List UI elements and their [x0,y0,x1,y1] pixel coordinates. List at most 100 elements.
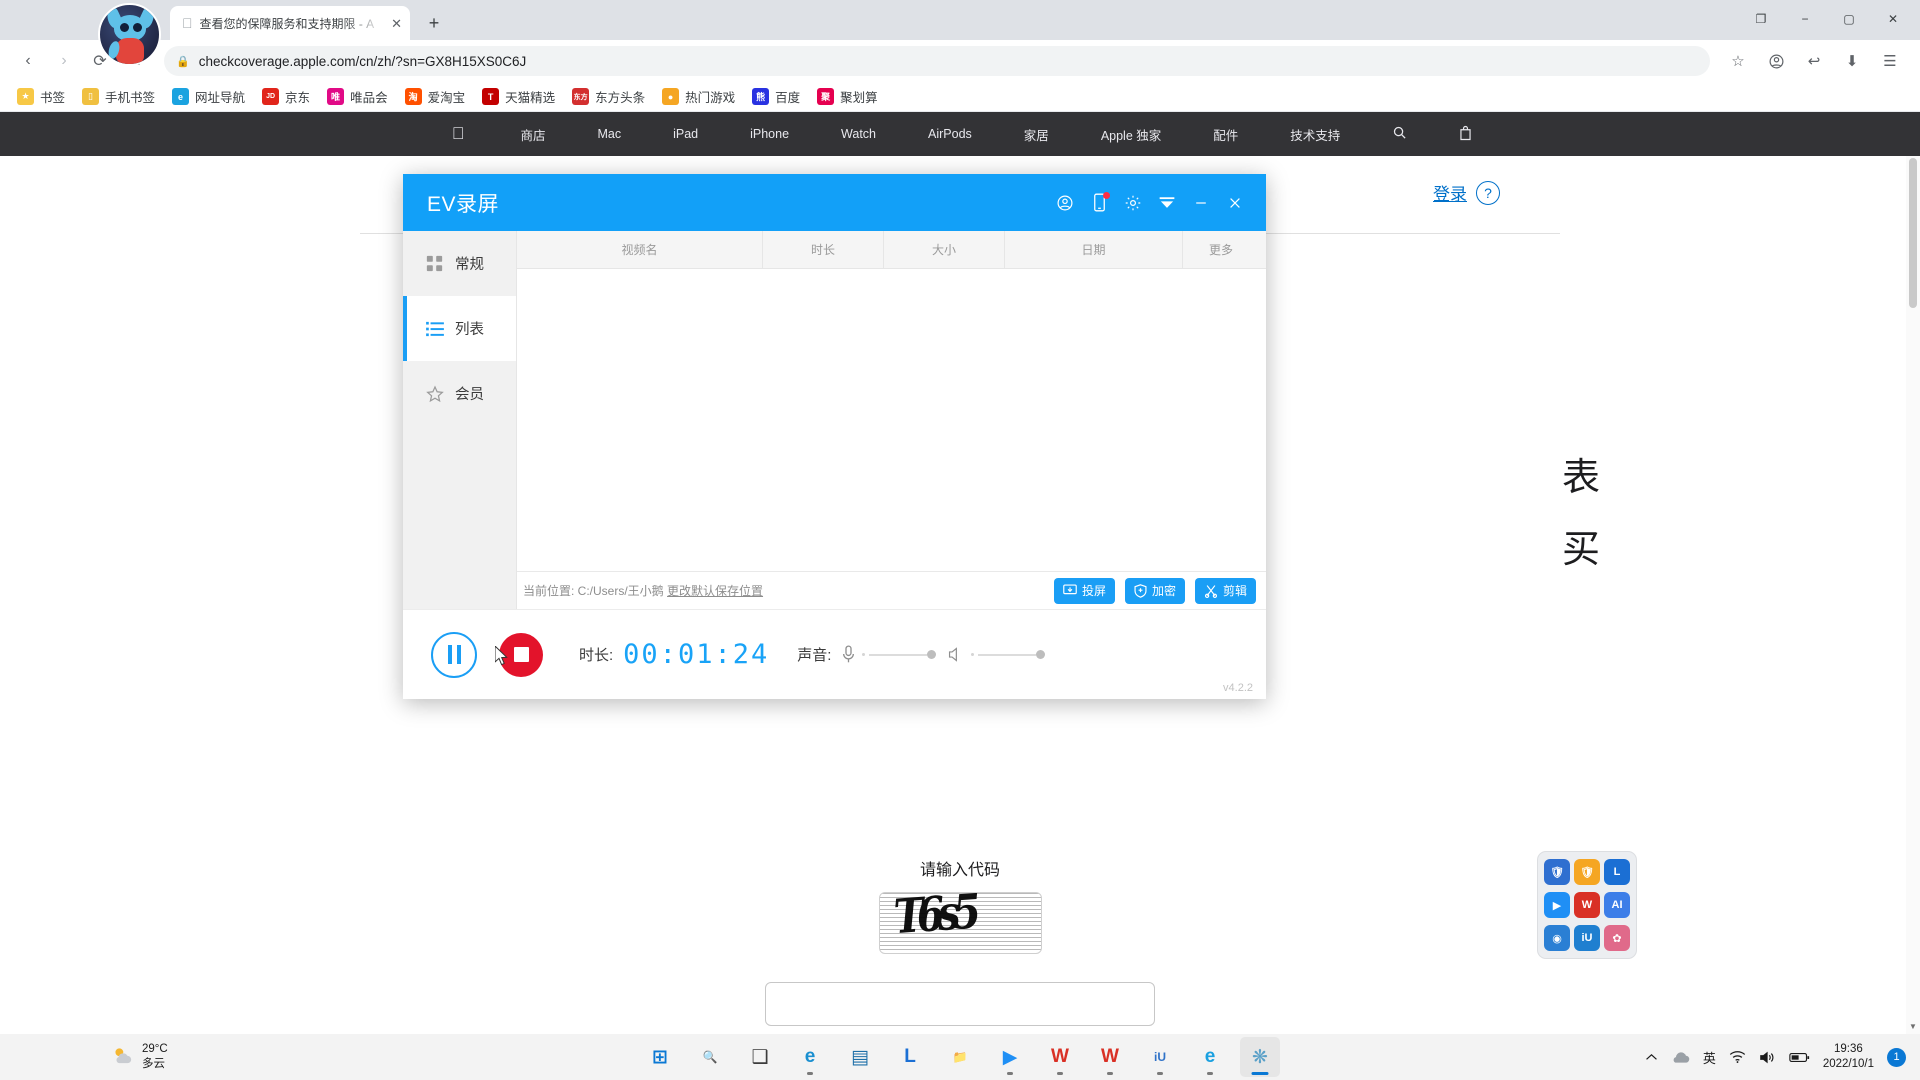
apple-nav-item-9[interactable]: 技术支持 [1264,125,1366,144]
minimize-icon[interactable] [1184,186,1218,220]
speaker-slider[interactable] [947,646,1046,663]
blue-app-icon[interactable]: ▶ [990,1037,1030,1077]
close-icon[interactable] [1218,186,1252,220]
maximize-icon[interactable]: ▢ [1828,4,1870,34]
login-link[interactable]: 登录 [1433,180,1467,205]
apple-nav-item-8[interactable]: 配件 [1187,125,1264,144]
collapse-arrow-icon[interactable] [1150,186,1184,220]
browser-tab[interactable]:  查看您的保障服务和支持期限 - A ✕ [170,6,410,40]
bookmark-item[interactable]: ▯ 手机书签 [75,84,162,109]
wifi-icon[interactable] [1729,1050,1746,1064]
tray-chevron-up-icon[interactable] [1645,1053,1658,1062]
task-view-icon[interactable]: ❑ [740,1037,780,1077]
history-icon[interactable]: ↩ [1798,45,1830,77]
apple-nav-item-5[interactable]: AirPods [902,127,998,141]
browser-menu-icon[interactable]: ☰ [1874,45,1906,77]
ime-indicator[interactable]: 英 [1703,1048,1716,1067]
account-icon[interactable] [1048,186,1082,220]
file-explorer-icon[interactable]: 📁 [940,1037,980,1077]
microphone-slider[interactable] [842,645,937,664]
ev-column-header[interactable]: 日期 [1005,230,1183,269]
sidebar-item-member[interactable]: 会员 [403,361,516,426]
sidebar-item-list[interactable]: 列表 [403,296,516,361]
iu-icon[interactable]: iU [1140,1037,1180,1077]
bookmark-item[interactable]: 熊百度 [745,84,807,109]
apple-nav-item-3[interactable]: iPhone [724,127,815,141]
apple-nav-item-4[interactable]: Watch [815,127,902,141]
orange-shield-icon[interactable]: 🛡 [1574,859,1600,885]
encrypt-button[interactable]: 加密 [1124,577,1185,604]
ev-column-header[interactable]: 时长 [763,230,884,269]
apple-nav-item-2[interactable]: iPad [647,127,724,141]
lenovo-icon[interactable]: L [890,1037,930,1077]
change-save-location-link[interactable]: 更改默认保存位置 [667,584,763,598]
url-input[interactable]: 🔒 checkcoverage.apple.com/cn/zh/?sn=GX8H… [164,46,1710,76]
iu-icon[interactable]: iU [1574,925,1600,951]
volume-icon[interactable] [1759,1050,1776,1065]
mobile-icon[interactable] [1082,186,1116,220]
pink-flower-icon[interactable]: ✿ [1604,925,1630,951]
blue-play-icon[interactable]: ▶ [1544,892,1570,918]
apple-logo-icon[interactable]:  [422,124,495,144]
wps-writer-icon[interactable]: W [1040,1037,1080,1077]
browser-blue-icon[interactable]: ◉ [1544,925,1570,951]
start-button[interactable]: ⊞ [640,1037,680,1077]
bookmark-item[interactable]: ★ 书签 [10,84,72,109]
search-icon[interactable] [1366,125,1433,143]
apple-nav-item-0[interactable]: 商店 [494,125,571,144]
captcha-input[interactable] [765,982,1155,1026]
forward-icon[interactable]: › [48,45,80,77]
ev-recorder-icon[interactable]: ❋ [1240,1037,1280,1077]
bookmark-item[interactable]: ● 热门游戏 [655,84,742,109]
profile-avatar[interactable] [98,3,161,66]
apple-nav-item-1[interactable]: Mac [571,127,647,141]
green-browser-icon[interactable]: e [1190,1037,1230,1077]
scroll-down-icon[interactable]: ▼ [1906,1018,1920,1034]
minimize-icon[interactable]: − [1784,4,1826,34]
settings-gear-icon[interactable] [1116,186,1150,220]
ev-video-list[interactable] [517,269,1266,571]
ev-column-header[interactable]: 大小 [884,230,1005,269]
ev-column-header[interactable]: 更多 [1183,231,1259,269]
account-circle-icon[interactable] [1760,45,1792,77]
download-icon[interactable]: ⬇ [1836,45,1868,77]
bookmark-item[interactable]: 唯唯品会 [320,84,395,109]
microsoft-store-icon[interactable]: ▤ [840,1037,880,1077]
weather-widget[interactable]: 29°C 多云 [112,1034,168,1080]
bookmark-star-icon[interactable]: ☆ [1722,45,1754,77]
page-scrollbar[interactable]: ▲ ▼ [1906,156,1920,1034]
wps-office-icon[interactable]: W [1090,1037,1130,1077]
scrollbar-thumb[interactable] [1909,158,1917,308]
close-window-icon[interactable]: ✕ [1872,4,1914,34]
bookmark-item[interactable]: 淘爱淘宝 [398,84,473,109]
pause-button[interactable] [431,631,477,678]
bookmark-item[interactable]: e 网址导航 [165,84,252,109]
search-icon[interactable]: 🔍 [690,1037,730,1077]
security-shield-icon[interactable]: 🛡 [1544,859,1570,885]
ev-column-header[interactable]: 视频名 [517,230,763,269]
bookmark-item[interactable]: 聚聚划算 [810,84,885,109]
bookmark-item[interactable]: 东方 东方头条 [565,84,652,109]
cloud-icon[interactable] [1671,1050,1690,1064]
bookmark-item[interactable]: T 天猫精选 [475,84,562,109]
clock[interactable]: 19:36 2022/10/1 [1823,1042,1874,1072]
edit-button[interactable]: 剪辑 [1194,577,1256,604]
tab-close-icon[interactable]: ✕ [391,17,402,30]
apple-nav-item-7[interactable]: Apple 独家 [1075,125,1187,144]
sidebar-item-general[interactable]: 常规 [403,231,516,296]
robot-ai-icon[interactable]: AI [1604,892,1630,918]
wps-icon[interactable]: W [1574,892,1600,918]
edge-icon[interactable]: e [790,1037,830,1077]
apple-nav-item-6[interactable]: 家居 [998,125,1075,144]
new-tab-button[interactable]: + [420,9,448,37]
bookmark-item[interactable]: JD 京东 [255,84,317,109]
shopping-bag-icon[interactable] [1433,125,1498,144]
restore-down-icon[interactable]: ❐ [1740,4,1782,34]
help-icon[interactable]: ? [1476,180,1500,205]
bookmark-label: 爱淘宝 [427,91,466,105]
notification-badge[interactable]: 1 [1887,1047,1906,1067]
back-icon[interactable]: ‹ [12,45,44,77]
battery-icon[interactable] [1789,1051,1810,1064]
lenovo-icon[interactable]: L [1604,859,1630,885]
cast-screen-button[interactable]: 投屏 [1053,577,1115,604]
